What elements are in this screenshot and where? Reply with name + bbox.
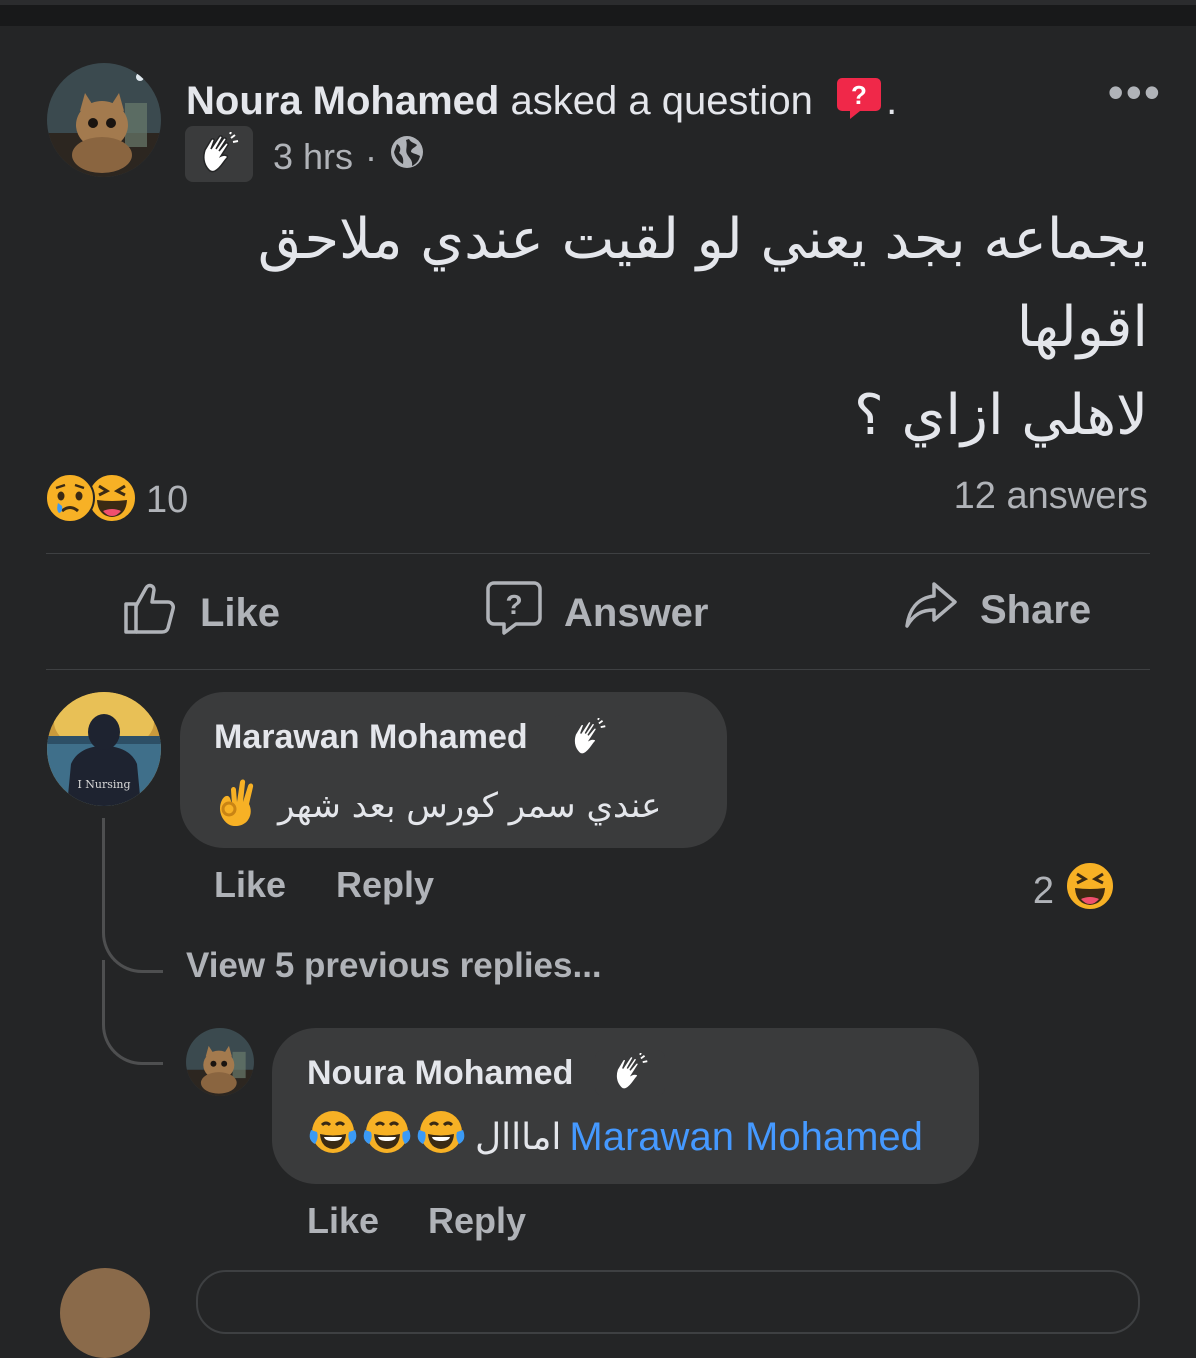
thread-connector — [102, 818, 163, 973]
tears-of-joy-icon — [361, 1108, 413, 1167]
answers-count[interactable]: 12 answers — [954, 475, 1148, 518]
reply-text: امااال Marawan Mohamed — [307, 1108, 923, 1167]
post-reaction-count: 10 — [146, 479, 189, 521]
reply-text-content: امااال — [475, 1117, 562, 1158]
post-meta: 3 hrs · — [273, 134, 425, 179]
divider — [46, 669, 1150, 670]
like-label: Like — [200, 590, 281, 635]
answer-label: Answer — [564, 590, 709, 635]
svg-text:?: ? — [505, 589, 522, 620]
post-reactions[interactable]: 10 — [44, 472, 188, 529]
post-text-line: يجماعه بجد يعني لو لقيت عندي ملاحق — [257, 207, 1148, 272]
comment-reply-button[interactable]: Reply — [336, 864, 434, 906]
reply-like-button[interactable]: Like — [307, 1200, 379, 1242]
tears-of-joy-icon — [307, 1108, 359, 1167]
waving-hand-icon — [185, 126, 253, 182]
svg-text:?: ? — [851, 80, 867, 110]
next-comment-avatar-partial — [60, 1268, 150, 1358]
like-button[interactable]: Like — [122, 580, 280, 646]
reply-author-avatar[interactable] — [186, 1028, 254, 1096]
thumbs-up-icon — [122, 580, 178, 646]
post-text-line: اقولها — [1016, 295, 1148, 360]
waving-hand-icon — [552, 715, 624, 761]
post-time[interactable]: 3 hrs — [273, 136, 353, 178]
view-previous-replies[interactable]: View 5 previous replies... — [186, 946, 602, 986]
meta-separator: · — [365, 135, 378, 177]
post-action-text: asked a question — [510, 79, 813, 124]
answer-button[interactable]: ? Answer — [486, 580, 709, 646]
avatar-caption: I Nursing — [77, 778, 130, 791]
thread-connector — [102, 960, 163, 1065]
reply-mention-link[interactable]: Marawan Mohamed — [569, 1115, 923, 1160]
comment-text-content: عندي سمر كورس بعد شهر — [278, 785, 662, 826]
waving-hand-icon — [595, 1050, 665, 1096]
share-button[interactable]: Share — [904, 580, 1091, 640]
comment-text: عندي سمر كورس بعد شهر — [214, 776, 661, 835]
post-author-avatar[interactable] — [47, 63, 161, 177]
post-header: Noura Mohamed asked a question ? . — [186, 76, 897, 131]
comment-author-avatar[interactable]: I Nursing — [47, 692, 161, 806]
post-author-name[interactable]: Noura Mohamed — [186, 79, 499, 123]
comment-reactions[interactable]: 2 — [1033, 860, 1116, 922]
question-bubble-icon: ? — [486, 580, 542, 646]
reply-author-name[interactable]: Noura Mohamed — [307, 1054, 573, 1093]
comment-like-button[interactable]: Like — [214, 864, 286, 906]
share-label: Share — [980, 587, 1092, 632]
reply-reply-button[interactable]: Reply — [428, 1200, 526, 1242]
question-mark-icon: ? — [836, 76, 882, 131]
post-body: يجماعه بجد يعني لو لقيت عندي ملاحق اقوله… — [148, 196, 1148, 460]
comment-author-name[interactable]: Marawan Mohamed — [214, 718, 528, 757]
comment-reaction-count: 2 — [1032, 869, 1054, 912]
globe-icon — [389, 134, 425, 179]
haha-reaction-icon — [1064, 860, 1116, 922]
tears-of-joy-icon — [415, 1108, 467, 1167]
share-arrow-icon — [904, 580, 958, 640]
more-dots-icon[interactable]: ••• — [1108, 69, 1162, 115]
sad-reaction-icon — [44, 472, 96, 529]
post-text-line: لاهلي ازاي ؟ — [854, 383, 1148, 448]
divider — [46, 553, 1150, 554]
status-bar — [0, 0, 1196, 26]
ok-hand-icon — [214, 776, 262, 835]
